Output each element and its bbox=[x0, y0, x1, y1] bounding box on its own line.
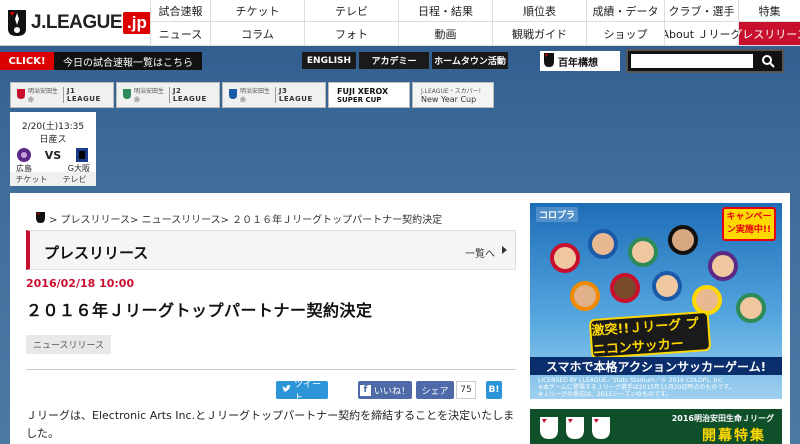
tab-super-cup[interactable]: FUJI XEROX SUPER CUP bbox=[328, 82, 410, 108]
match-card[interactable]: 2/20(土)13:35 日産ス VS 広島 G大阪 チケット テレビ bbox=[10, 112, 96, 186]
ad2-subtitle: 2016明治安田生命Ｊリーグ bbox=[671, 414, 774, 423]
site-logo[interactable]: J.LEAGUE .jp bbox=[6, 6, 151, 40]
utility-links: ENGLISH アカデミー ホームタウン活動 bbox=[302, 52, 508, 69]
j2-emblem-icon bbox=[123, 89, 131, 101]
hyakunen-link[interactable]: 百年構想 bbox=[540, 51, 620, 71]
j1-label: J1 LEAGUE bbox=[62, 87, 107, 103]
ad-license-line-1: LICENSED BY J.LEAGUE／Stats Stadium／© 201… bbox=[538, 377, 725, 384]
hometown-button[interactable]: ホームタウン活動 bbox=[432, 52, 508, 69]
home-team-emblem-icon bbox=[16, 147, 32, 163]
nav-item-bottom-7[interactable]: プレスリリース bbox=[738, 22, 800, 46]
tab-j2[interactable]: 明治安田生命 J2 LEAGUE bbox=[116, 82, 220, 108]
nav-item-top-5[interactable]: 成績・データ bbox=[586, 0, 664, 22]
vs-label: VS bbox=[44, 148, 62, 162]
j1-sponsor: 明治安田生命 bbox=[28, 88, 59, 104]
league-tabs: 明治安田生命 J1 LEAGUE 明治安田生命 J2 LEAGUE 明治安田生命… bbox=[10, 82, 494, 108]
nav-item-bottom-1[interactable]: コラム bbox=[210, 22, 304, 46]
click-label[interactable]: CLICK! bbox=[0, 52, 54, 70]
site-header: J.LEAGUE .jp 試合速報 チケット テレビ 日程・結果 順位表 成績・データ クラ… bbox=[0, 0, 800, 46]
share-count: 75 bbox=[456, 381, 476, 399]
logo-text: J.LEAGUE bbox=[31, 12, 123, 33]
hyakunen-label: 百年構想 bbox=[558, 57, 598, 69]
nav-item-bottom-0[interactable]: ニュース bbox=[150, 22, 210, 46]
ad2-title: 開幕特集 bbox=[702, 428, 766, 444]
ad-brand: コロプラ bbox=[536, 207, 579, 222]
ad-campaign-badge: キャンペーン実施中!! bbox=[722, 207, 776, 241]
nav-item-top-0[interactable]: 試合速報 bbox=[150, 0, 210, 22]
j3-label: J3 LEAGUE bbox=[274, 87, 319, 103]
breadcrumb: > プレスリリース> ニュースリリース> ２０１６年Ｊリーグトップパートナー契約… bbox=[36, 211, 442, 226]
nav-item-bottom-2[interactable]: フォト bbox=[304, 22, 398, 46]
game-ad-banner[interactable]: コロプラ キャンペーン実施中!! 激突!!Ｊリーグ プニコンサッカー スマホで本… bbox=[530, 203, 782, 399]
article-body: Ｊリーグは、Electronic Arts Inc.とＪリーグトップパートナー契… bbox=[26, 409, 515, 440]
english-button[interactable]: ENGLISH bbox=[302, 52, 356, 69]
nav-item-bottom-6[interactable]: About Ｊリーグ bbox=[664, 22, 738, 46]
nav-item-bottom-3[interactable]: 動画 bbox=[398, 22, 492, 46]
j1-emblem-icon bbox=[17, 89, 25, 101]
opening-feature-banner[interactable]: 2016明治安田生命Ｊリーグ 開幕特集 bbox=[530, 409, 782, 444]
ad2-emblems bbox=[540, 417, 610, 439]
divider bbox=[26, 369, 516, 370]
jleague-emblem-icon bbox=[6, 9, 28, 37]
j2-sponsor: 明治安田生命 bbox=[134, 88, 165, 104]
tab-j3[interactable]: 明治安田生命 J3 LEAGUE bbox=[222, 82, 326, 108]
global-nav: 試合速報 チケット テレビ 日程・結果 順位表 成績・データ クラブ・選手 特集ニュース コラム… bbox=[150, 0, 800, 46]
match-datetime: 2/20(土)13:35 bbox=[21, 122, 85, 132]
search-input[interactable] bbox=[631, 54, 753, 68]
match-ticket-link[interactable]: チケット bbox=[10, 172, 53, 186]
logo-suffix: .jp bbox=[123, 12, 151, 34]
ad-license-text: LICENSED BY J.LEAGUE／Stats Stadium／© 201… bbox=[538, 377, 735, 398]
nav-item-top-4[interactable]: 順位表 bbox=[492, 0, 586, 22]
super-cup-label-2: SUPER CUP bbox=[337, 95, 382, 104]
like-label: いいね！ bbox=[373, 386, 410, 397]
article-headline: ２０１６年Ｊリーグトップパートナー契約決定 bbox=[26, 301, 373, 320]
match-venue: 日産ス bbox=[39, 135, 67, 145]
tweet-label: ツイート bbox=[294, 380, 322, 403]
nav-item-bottom-5[interactable]: ショップ bbox=[586, 22, 664, 46]
category-tag[interactable]: ニュースリリース bbox=[26, 335, 112, 354]
nav-item-top-7[interactable]: 特集 bbox=[738, 0, 800, 22]
academy-button[interactable]: アカデミー bbox=[359, 52, 429, 69]
search-box bbox=[626, 49, 784, 73]
live-score-link[interactable]: 今日の試合速報一覧はこちら bbox=[54, 52, 202, 70]
nav-item-top-3[interactable]: 日程・結果 bbox=[398, 0, 492, 22]
tab-j1[interactable]: 明治安田生命 J1 LEAGUE bbox=[10, 82, 114, 108]
nav-item-bottom-4[interactable]: 観戦ガイド bbox=[492, 22, 586, 46]
tweet-button[interactable]: ツイート bbox=[276, 380, 328, 403]
section-title: プレスリリース bbox=[44, 244, 149, 262]
chevron-right-icon[interactable] bbox=[502, 246, 507, 254]
nav-item-top-6[interactable]: クラブ・選手 bbox=[664, 0, 738, 22]
j3-sponsor: 明治安田生命 bbox=[240, 88, 271, 104]
away-team-emblem-icon bbox=[74, 147, 90, 163]
super-cup-label-1: FUJI XEROX bbox=[337, 86, 389, 96]
j2-label: J2 LEAGUE bbox=[168, 87, 213, 103]
main-content: > プレスリリース> ニュースリリース> ２０１６年Ｊリーグトップパートナー契約… bbox=[10, 193, 790, 444]
ad-slogan: スマホで本格アクションサッカーゲーム! bbox=[530, 357, 782, 375]
tab-new-year-cup[interactable]: J.LEAGUE・スカパー! New Year Cup bbox=[412, 82, 494, 108]
nav-item-top-1[interactable]: チケット bbox=[210, 0, 304, 22]
twitter-bird-icon bbox=[282, 384, 291, 396]
home-emblem-icon[interactable] bbox=[36, 211, 45, 226]
match-tv-link[interactable]: テレビ bbox=[53, 172, 96, 186]
hatena-bookmark-button[interactable]: B! bbox=[486, 381, 502, 399]
search-icon[interactable] bbox=[758, 53, 778, 69]
hyakunen-emblem-icon bbox=[543, 52, 555, 71]
new-year-cup-label: New Year Cup bbox=[421, 95, 477, 104]
ad-license-line-3: ※Ｊリーグの表記は、2015シーズンのものです。 bbox=[538, 391, 672, 398]
live-score-banner[interactable]: CLICK! 今日の試合速報一覧はこちら bbox=[0, 52, 202, 70]
article-date: 2016/02/18 10:00 bbox=[26, 277, 135, 290]
facebook-like-button[interactable]: f いいね！ bbox=[358, 381, 412, 399]
list-link[interactable]: 一覧へ bbox=[465, 245, 495, 260]
j3-emblem-icon bbox=[229, 89, 237, 101]
section-header: プレスリリース 一覧へ bbox=[26, 230, 516, 270]
new-year-cup-sponsor: J.LEAGUE・スカパー! bbox=[421, 88, 482, 95]
breadcrumb-text[interactable]: > プレスリリース> ニュースリリース> ２０１６年Ｊリーグトップパートナー契約… bbox=[49, 211, 442, 226]
facebook-share-button[interactable]: シェア bbox=[416, 381, 454, 399]
facebook-icon: f bbox=[359, 384, 371, 396]
ad-license-line-2: ※本ゲームに登場するＪリーグ選手は2015年11月20日時点のものです。 bbox=[538, 384, 735, 391]
ad-game-logo: 激突!!Ｊリーグ プニコンサッカー bbox=[588, 310, 712, 360]
nav-item-top-2[interactable]: テレビ bbox=[304, 0, 398, 22]
